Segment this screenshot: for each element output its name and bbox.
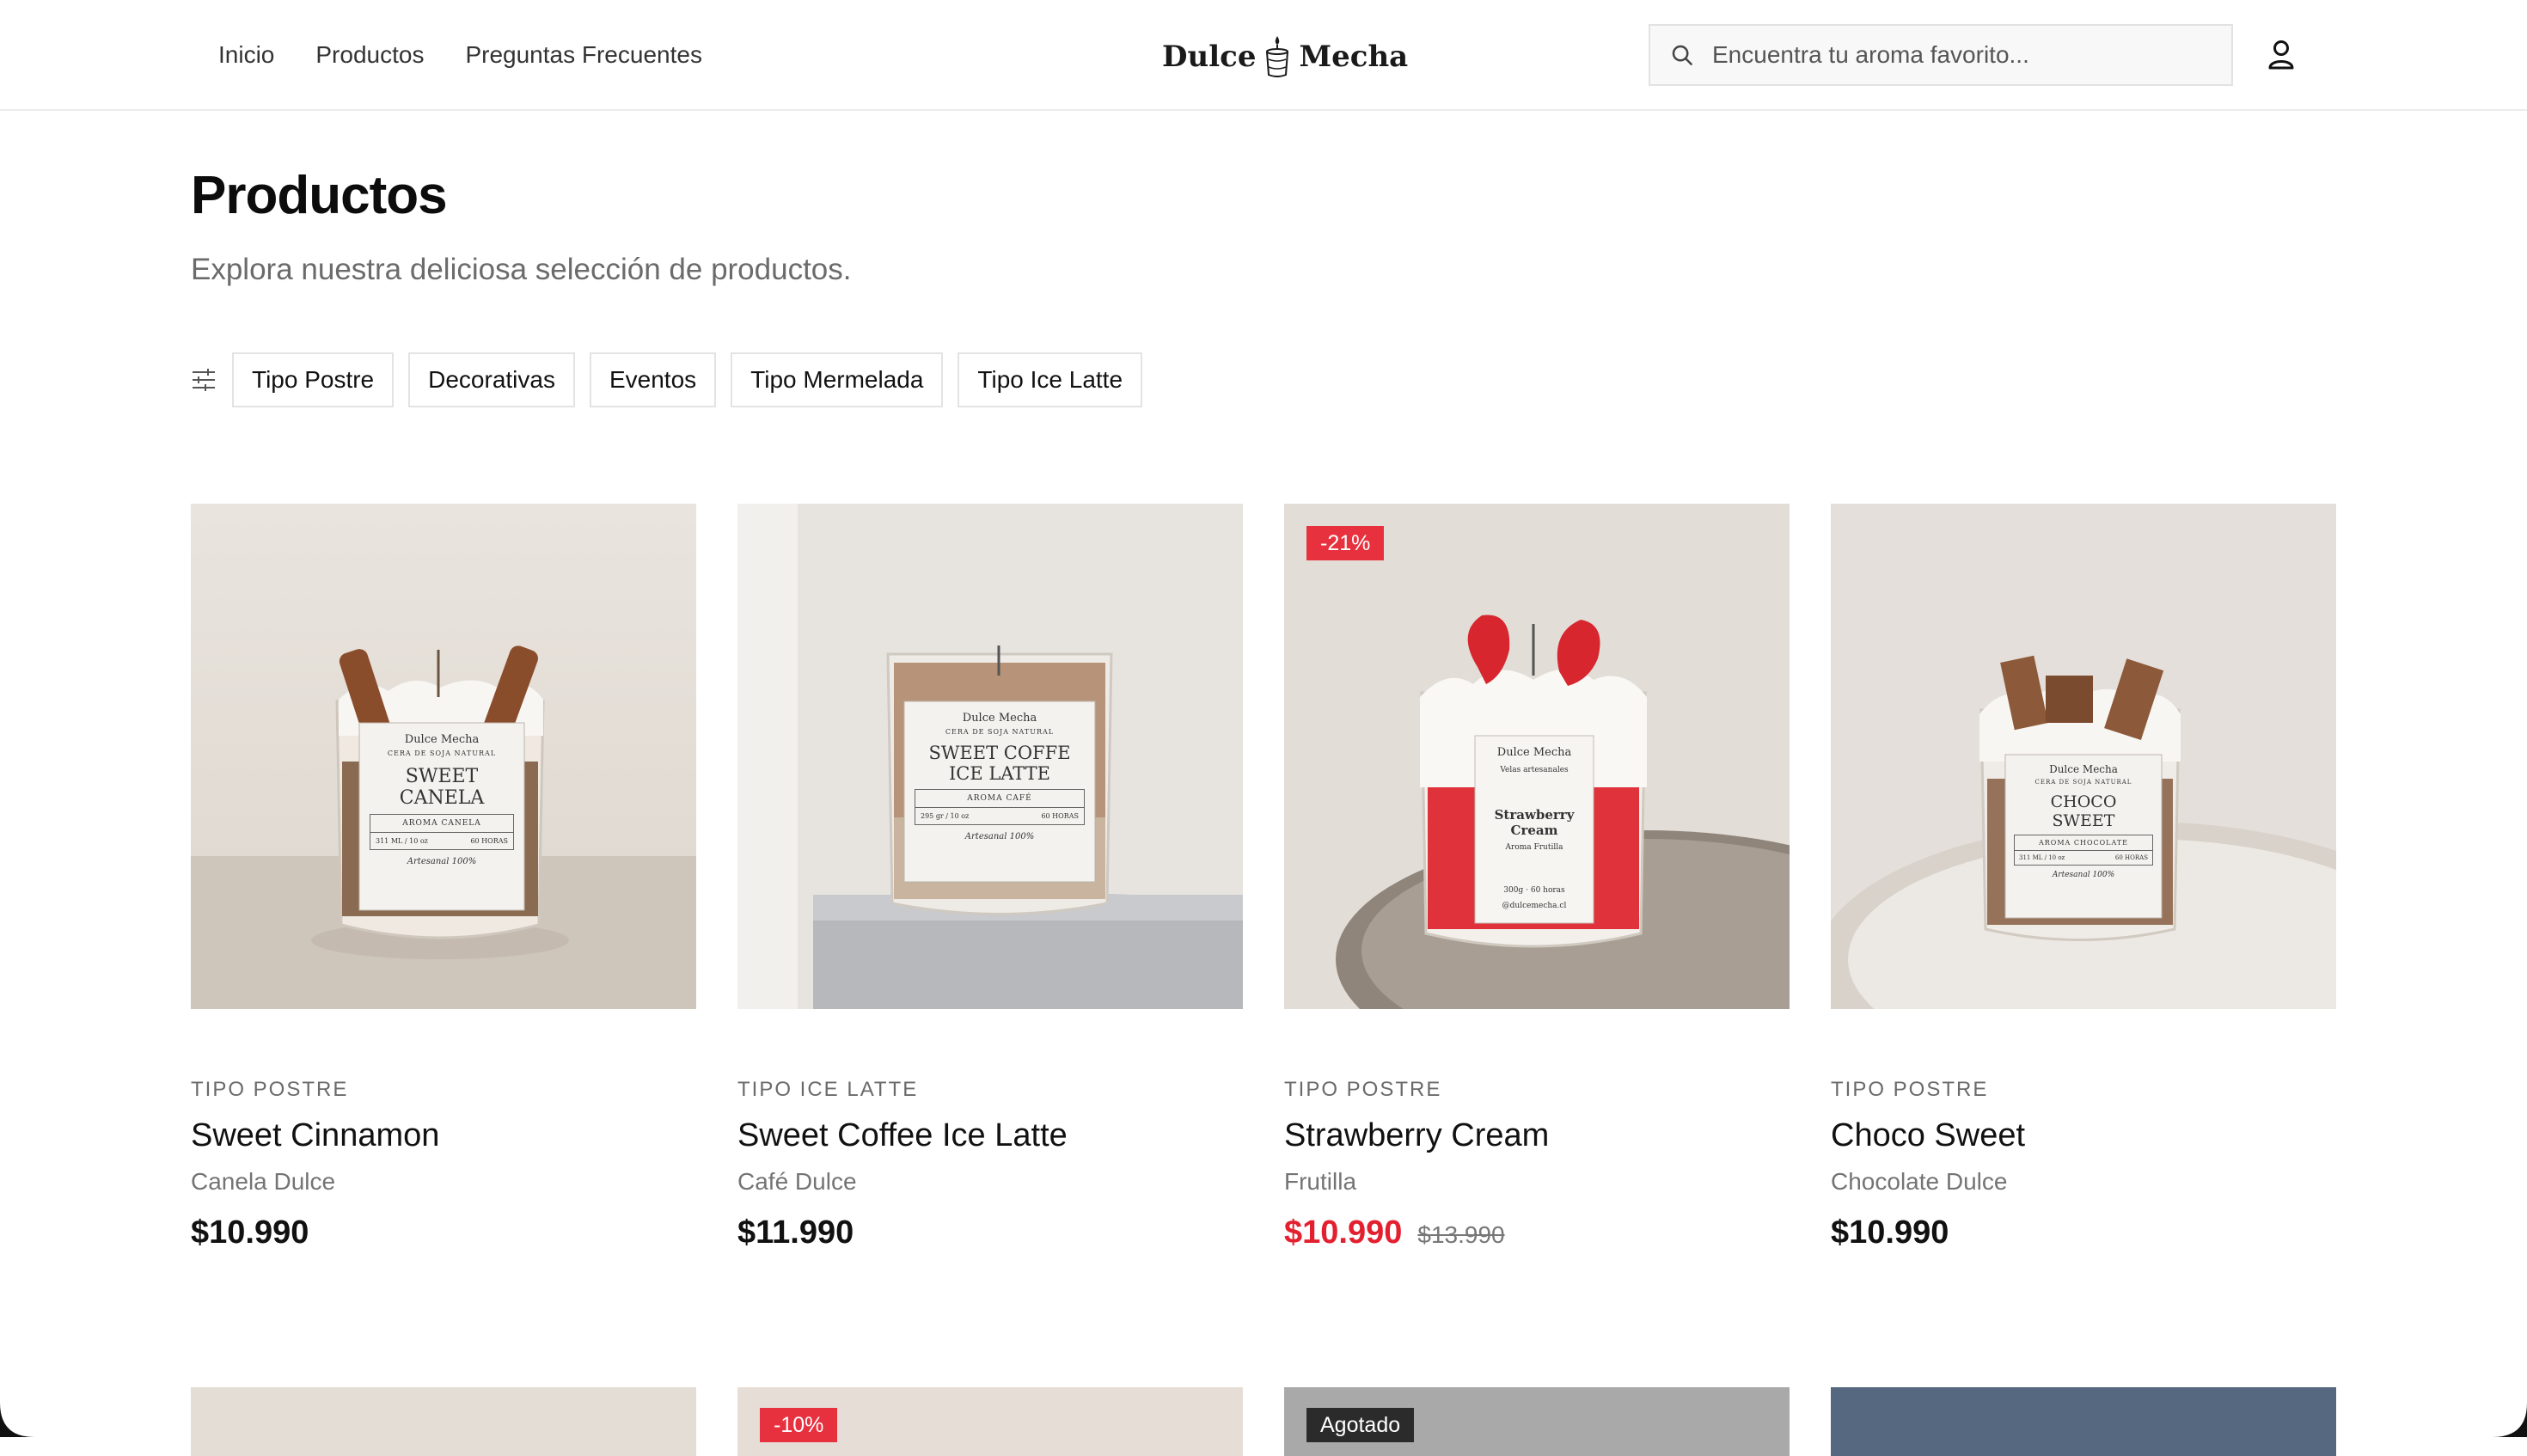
product-card[interactable]: Dulce Mecha Velas artesanales Strawberry… xyxy=(1284,504,1790,1251)
page-subtitle: Explora nuestra deliciosa selección de p… xyxy=(191,253,852,286)
product-aroma: Chocolate Dulce xyxy=(1831,1168,2008,1195)
product-card[interactable]: Dulce Mecha CERA DE SOJA NATURAL CHOCO S… xyxy=(1831,504,2336,1251)
product-aroma: Café Dulce xyxy=(737,1168,857,1195)
filter-chip-tipo-mermelada[interactable]: Tipo Mermelada xyxy=(731,352,944,407)
brand-name-left: Dulce xyxy=(1162,40,1257,74)
filter-chip-tipo-ice-latte[interactable]: Tipo Ice Latte xyxy=(958,352,1143,407)
nav-link-productos[interactable]: Productos xyxy=(315,38,424,72)
product-price: $10.990 xyxy=(1831,1214,1949,1251)
search-box[interactable] xyxy=(1649,24,2233,86)
brand-name-right: Mecha xyxy=(1299,40,1409,74)
product-image[interactable] xyxy=(1831,1387,2336,1456)
product-category: TIPO POSTRE xyxy=(1284,1078,1442,1101)
product-image[interactable]: Agotado xyxy=(1284,1387,1790,1456)
brand-logo[interactable]: Dulce Mecha xyxy=(1162,31,1408,83)
page-title: Productos xyxy=(191,166,448,225)
product-image[interactable]: -10% xyxy=(737,1387,1243,1456)
search-input[interactable] xyxy=(1712,41,2211,69)
product-aroma: Canela Dulce xyxy=(191,1168,336,1195)
product-image[interactable]: Dulce Mecha CERA DE SOJA NATURAL CHOCO S… xyxy=(1831,504,2336,1009)
product-image[interactable]: Dulce Mecha Velas artesanales Strawberry… xyxy=(1284,504,1790,1009)
product-name[interactable]: Strawberry Cream xyxy=(1284,1117,1790,1154)
product-sale-price: $10.990 xyxy=(1284,1214,1403,1251)
product-category: TIPO POSTRE xyxy=(191,1078,349,1101)
candle-logo-icon xyxy=(1266,36,1289,77)
discount-badge: -10% xyxy=(760,1408,838,1442)
discount-badge: -21% xyxy=(1306,526,1385,560)
product-image[interactable]: Dulce Mecha CERA DE SOJA NATURAL SWEET C… xyxy=(737,504,1243,1009)
nav-link-inicio[interactable]: Inicio xyxy=(218,38,274,72)
main-nav: Inicio Productos Preguntas Frecuentes xyxy=(218,38,743,72)
product-card[interactable]: Dulce Mecha CERA DE SOJA NATURAL SWEET C… xyxy=(737,504,1243,1251)
sold-out-badge: Agotado xyxy=(1306,1408,1415,1442)
user-icon[interactable] xyxy=(2261,34,2302,76)
product-name[interactable]: Sweet Coffee Ice Latte xyxy=(737,1117,1243,1154)
candle-label: Dulce Mecha CERA DE SOJA NATURAL SWEET C… xyxy=(359,723,524,910)
product-category: TIPO POSTRE xyxy=(1831,1078,1989,1101)
filter-bar: Tipo Postre Decorativas Eventos Tipo Mer… xyxy=(191,352,1157,407)
candle-label: Dulce Mecha CERA DE SOJA NATURAL SWEET C… xyxy=(904,701,1095,882)
site-header: Inicio Productos Preguntas Frecuentes Du… xyxy=(0,0,2527,111)
product-card[interactable]: Dulce Mecha CERA DE SOJA NATURAL SWEET C… xyxy=(191,504,696,1251)
sliders-icon[interactable] xyxy=(191,367,217,393)
product-image[interactable]: Dulce Mecha CERA DE SOJA NATURAL SWEET C… xyxy=(191,504,696,1009)
nav-link-faq[interactable]: Preguntas Frecuentes xyxy=(465,38,702,72)
product-price: $11.990 xyxy=(737,1214,854,1251)
filter-chip-eventos[interactable]: Eventos xyxy=(589,352,717,407)
product-name[interactable]: Sweet Cinnamon xyxy=(191,1117,696,1154)
product-aroma: Frutilla xyxy=(1284,1168,1357,1195)
product-price: $10.990 xyxy=(191,1214,309,1251)
candle-label: Dulce Mecha CERA DE SOJA NATURAL CHOCO S… xyxy=(2005,755,2162,918)
product-image[interactable] xyxy=(191,1387,696,1456)
candle-label: Dulce Mecha Velas artesanales Strawberry… xyxy=(1494,746,1575,910)
product-category: TIPO ICE LATTE xyxy=(737,1078,919,1101)
filter-chip-tipo-postre[interactable]: Tipo Postre xyxy=(232,352,395,407)
product-name[interactable]: Choco Sweet xyxy=(1831,1117,2336,1154)
filter-chip-decorativas[interactable]: Decorativas xyxy=(408,352,575,407)
product-old-price: $13.990 xyxy=(1417,1221,1505,1248)
search-icon xyxy=(1672,45,1692,65)
